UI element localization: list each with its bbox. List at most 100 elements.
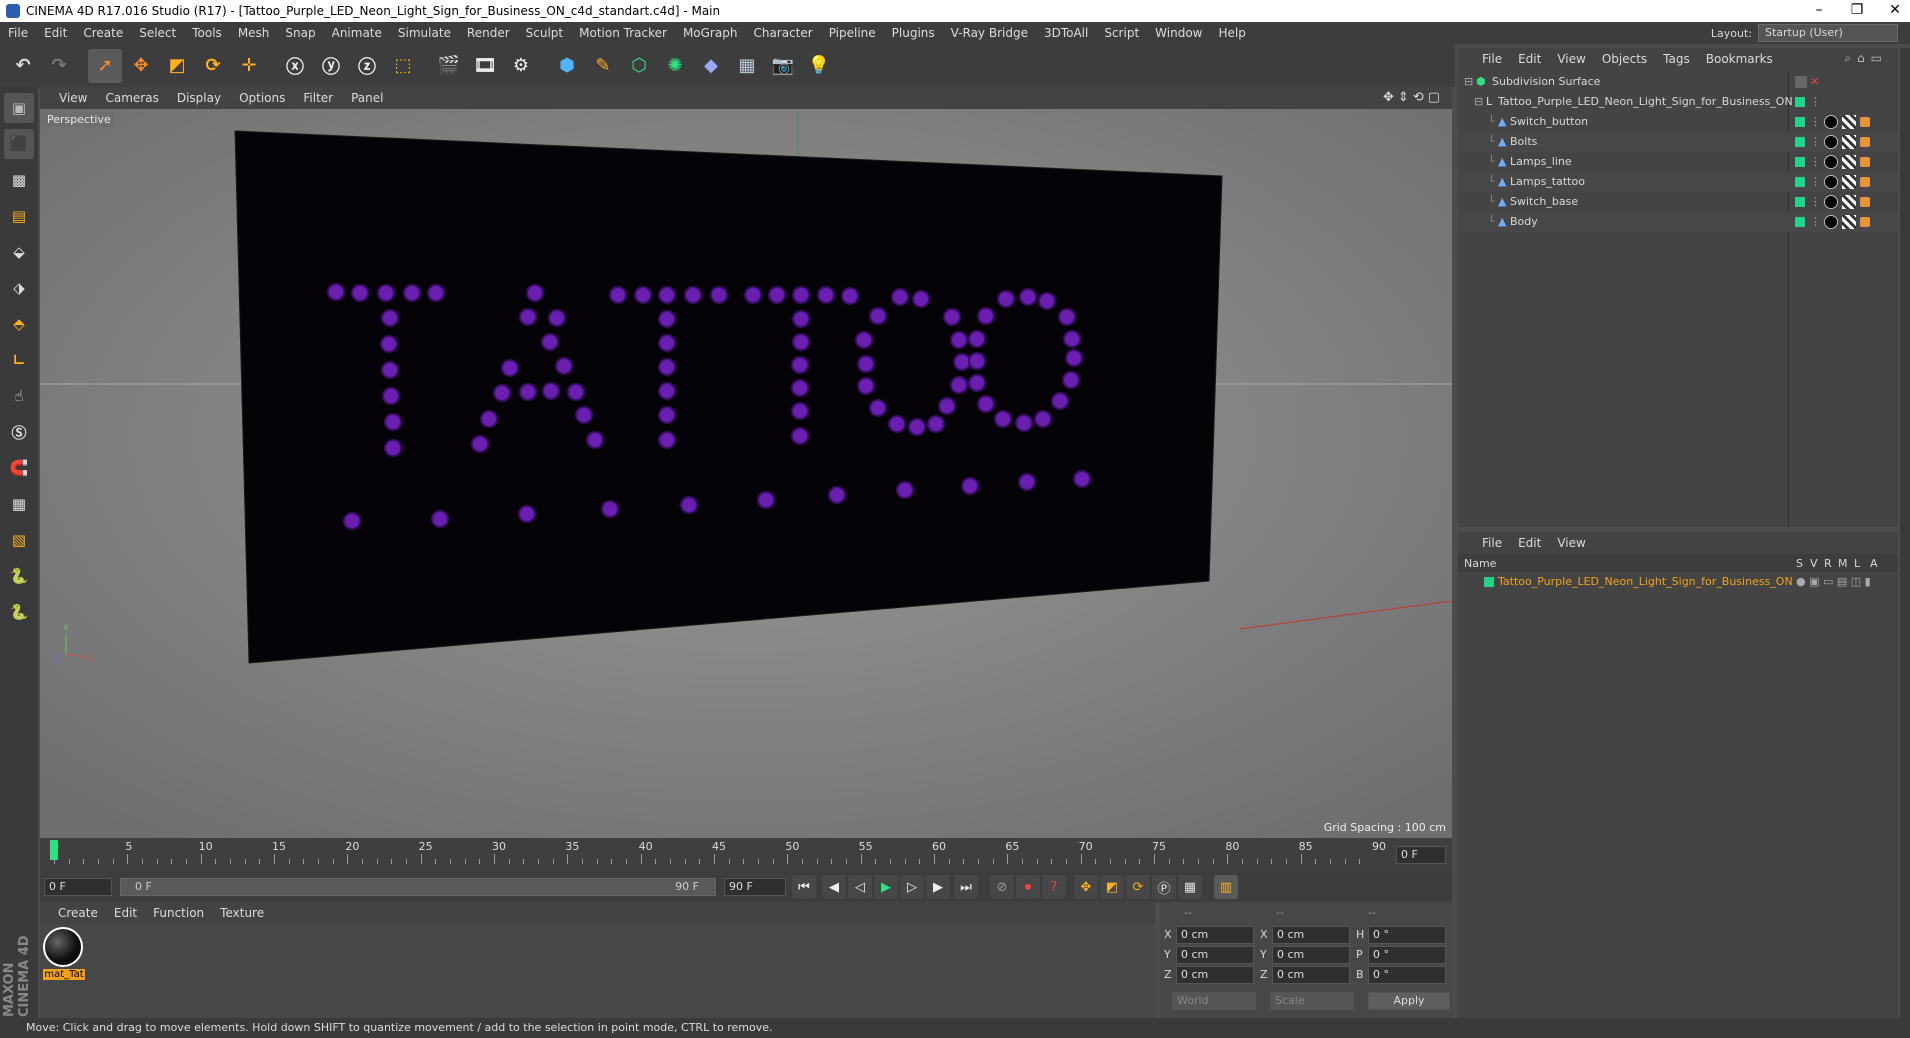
om-menu-file[interactable]: File (1474, 48, 1510, 70)
phong-tag-icon[interactable] (1860, 197, 1870, 207)
key-position-icon[interactable]: ✥ (1074, 875, 1098, 899)
material-swatch[interactable]: mat_Tat (43, 927, 85, 983)
material-tag-icon[interactable] (1824, 175, 1838, 189)
layer-color-swatch[interactable] (1795, 217, 1805, 227)
model-mode-icon[interactable]: ⬛ (4, 129, 34, 159)
texture-mode-icon[interactable]: ▩ (4, 165, 34, 195)
render-settings-icon[interactable]: ⚙ (504, 49, 538, 83)
phong-tag-icon[interactable] (1860, 217, 1870, 227)
layout-dropdown[interactable]: Startup (User) (1758, 24, 1898, 42)
om-menu-view[interactable]: View (1549, 48, 1593, 70)
menu-simulate[interactable]: Simulate (390, 22, 459, 44)
size-y-field[interactable]: 0 cm (1272, 946, 1350, 964)
previous-frame-icon[interactable]: ◁ (848, 875, 872, 899)
phong-tag-icon[interactable] (1860, 177, 1870, 187)
live-selection-icon[interactable]: ➚ (88, 48, 122, 83)
phong-tag-icon[interactable] (1860, 137, 1870, 147)
material-tag-icon[interactable] (1824, 215, 1838, 229)
snapping-icon[interactable]: 🧲 (4, 453, 34, 483)
rotate-tool-icon[interactable]: ⟳ (196, 49, 230, 83)
floor-environment-icon[interactable]: ▦ (730, 49, 764, 83)
python-console-icon[interactable]: 🐍 (4, 597, 34, 627)
menu-sculpt[interactable]: Sculpt (518, 22, 571, 44)
rotation-h-field[interactable]: 0 ° (1368, 926, 1446, 944)
play-forward-icon[interactable]: ▶ (874, 875, 898, 899)
texture-tag-icon[interactable] (1842, 115, 1856, 129)
key-pla-icon[interactable]: ▦ (1178, 875, 1202, 899)
coordinate-system-icon[interactable]: ⬚ (386, 49, 420, 83)
undo-icon[interactable]: ↶ (6, 49, 40, 83)
position-x-field[interactable]: 0 cm (1176, 926, 1254, 944)
visibility-dots-icon[interactable]: ⋮ (1810, 112, 1821, 132)
recent-tool-icon[interactable]: ✛ (232, 49, 266, 83)
menu-plugins[interactable]: Plugins (884, 22, 943, 44)
key-parameter-icon[interactable]: Ⓟ (1152, 875, 1176, 899)
polygons-mode-icon[interactable]: ⬘ (4, 309, 34, 339)
menu-file[interactable]: File (0, 22, 36, 44)
material-menu-edit[interactable]: Edit (106, 902, 145, 924)
phong-tag-icon[interactable] (1860, 117, 1870, 127)
next-frame-icon[interactable]: ▷ (900, 875, 924, 899)
menu-motion-tracker[interactable]: Motion Tracker (571, 22, 675, 44)
menu-3dtoall[interactable]: 3DToAll (1036, 22, 1096, 44)
end-frame-field[interactable]: 90 F (724, 878, 786, 896)
camera-icon[interactable]: 📷 (766, 49, 800, 83)
object-row[interactable]: ⊟ L Tattoo_Purple_LED_Neon_Light_Sign_fo… (1458, 92, 1898, 112)
material-menu-function[interactable]: Function (145, 902, 212, 924)
visibility-dots-icon[interactable]: ⋮ (1810, 152, 1821, 172)
om-menu-bookmarks[interactable]: Bookmarks (1698, 48, 1781, 70)
viewport-menu-filter[interactable]: Filter (294, 87, 342, 109)
menu-render[interactable]: Render (459, 22, 518, 44)
size-mode-dropdown[interactable]: Scale (1270, 992, 1354, 1010)
coordinate-space-dropdown[interactable]: World (1172, 992, 1256, 1010)
go-to-end-icon[interactable]: ⏭ (954, 875, 978, 899)
right-panel-tabs[interactable] (1900, 48, 1910, 1018)
lm-menu-edit[interactable]: Edit (1510, 532, 1549, 554)
position-z-field[interactable]: 0 cm (1176, 966, 1254, 984)
viewport-menu-panel[interactable]: Panel (342, 87, 392, 109)
texture-tag-icon[interactable] (1842, 175, 1856, 189)
rotation-b-field[interactable]: 0 ° (1368, 966, 1446, 984)
redo-icon[interactable]: ↷ (42, 49, 76, 83)
mograph-cloner-icon[interactable]: ✺ (658, 49, 692, 83)
object-row[interactable]: └ ▲ Switch_base ⋮ (1458, 192, 1898, 212)
visibility-dots-icon[interactable]: ⋮ (1810, 132, 1821, 152)
planar-workplane-icon[interactable]: ▧ (4, 525, 34, 555)
record-keys-icon[interactable]: ⊘ (990, 875, 1014, 899)
visibility-dots-icon[interactable]: ⋮ (1810, 172, 1821, 192)
x-axis-lock-icon[interactable]: ⓧ (278, 49, 312, 83)
size-z-field[interactable]: 0 cm (1272, 966, 1350, 984)
light-icon[interactable]: 💡 (802, 49, 836, 83)
menu-create[interactable]: Create (75, 22, 131, 44)
workplane-lock-icon[interactable]: ▦ (4, 489, 34, 519)
viewport-menu-cameras[interactable]: Cameras (96, 87, 167, 109)
autokeying-icon[interactable]: ⏺ (1016, 875, 1040, 899)
object-row[interactable]: └ ▲ Lamps_line ⋮ (1458, 152, 1898, 172)
material-tag-icon[interactable] (1824, 195, 1838, 209)
visibility-dots-icon[interactable]: ⋮ (1810, 92, 1821, 112)
menu-snap[interactable]: Snap (277, 22, 323, 44)
cube-object-icon[interactable]: ⬢ (550, 49, 584, 83)
axis-mode-icon[interactable]: ∟ (4, 345, 34, 375)
texture-tag-icon[interactable] (1842, 215, 1856, 229)
om-search-home-icons[interactable]: ⌕⌂▭ (1844, 51, 1888, 66)
key-scale-icon[interactable]: ◩ (1100, 875, 1124, 899)
menu-character[interactable]: Character (745, 22, 820, 44)
menu-pipeline[interactable]: Pipeline (821, 22, 884, 44)
viewport-menu-options[interactable]: Options (230, 87, 294, 109)
object-row[interactable]: └ ▲ Lamps_tattoo ⋮ (1458, 172, 1898, 192)
layer-toggle-icon[interactable] (1795, 76, 1807, 88)
apply-button[interactable]: Apply (1368, 992, 1450, 1010)
menu-edit[interactable]: Edit (36, 22, 75, 44)
layer-color-swatch[interactable] (1795, 157, 1805, 167)
edges-mode-icon[interactable]: ⬗ (4, 273, 34, 303)
keyframe-selection-icon[interactable]: ? (1042, 875, 1066, 899)
solo-mode-icon[interactable]: Ⓢ (4, 417, 34, 447)
move-tool-icon[interactable]: ✥ (124, 49, 158, 83)
render-view-icon[interactable]: 🎬 (432, 49, 466, 83)
current-frame-field[interactable]: 0 F (1396, 846, 1446, 864)
viewport-menu-view[interactable]: View (50, 87, 96, 109)
object-row[interactable]: └ ▲ Bolts ⋮ (1458, 132, 1898, 152)
perspective-viewport[interactable]: Y X Z Perspective Grid Spacing : 100 cm (40, 109, 1452, 838)
object-row[interactable]: └ ▲ Switch_button ⋮ (1458, 112, 1898, 132)
